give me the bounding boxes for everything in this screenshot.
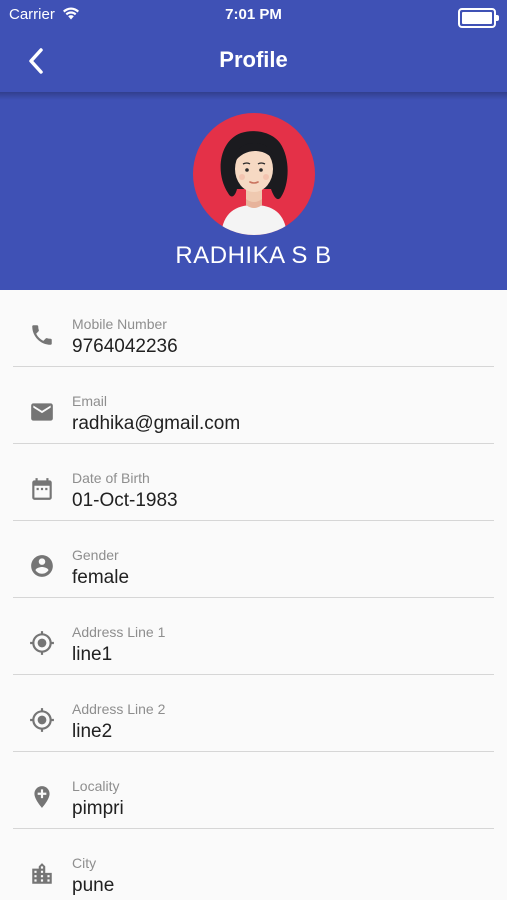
field-locality[interactable]: Locality pimpri (0, 752, 507, 829)
add-location-icon (29, 784, 55, 810)
status-bar: Carrier 7:01 PM (0, 0, 507, 30)
location-target-icon (29, 707, 55, 733)
field-value: line1 (72, 644, 113, 665)
profile-name: RADHIKA S B (175, 242, 332, 269)
clock: 7:01 PM (225, 6, 282, 23)
profile-details-list: Mobile Number 9764042236 Email radhika@g… (0, 290, 507, 900)
field-label: Date of Birth (72, 470, 150, 486)
field-date-of-birth[interactable]: Date of Birth 01-Oct-1983 (0, 444, 507, 521)
email-icon (29, 399, 55, 425)
field-label: Address Line 1 (72, 624, 166, 640)
field-email[interactable]: Email radhika@gmail.com (0, 367, 507, 444)
field-value: 01-Oct-1983 (72, 490, 178, 511)
field-value: pimpri (72, 798, 124, 819)
field-gender[interactable]: Gender female (0, 521, 507, 598)
battery-icon (458, 8, 499, 28)
field-label: City (72, 855, 97, 871)
profile-header: Carrier 7:01 PM Profile RADHIKA S B (0, 0, 507, 290)
field-value: line2 (72, 721, 113, 742)
field-label: Mobile Number (72, 316, 167, 332)
calendar-icon (29, 476, 55, 502)
city-icon (29, 861, 55, 887)
field-address-line-2[interactable]: Address Line 2 line2 (0, 675, 507, 752)
field-label: Locality (72, 778, 120, 794)
field-value: radhika@gmail.com (72, 413, 241, 434)
field-label: Gender (72, 547, 119, 563)
field-label: Address Line 2 (72, 701, 166, 717)
field-label: Email (72, 393, 108, 409)
field-value: pune (72, 875, 115, 896)
field-mobile-number[interactable]: Mobile Number 9764042236 (0, 290, 507, 367)
avatar (193, 113, 315, 235)
app-bar-shadow (0, 92, 507, 100)
field-value: 9764042236 (72, 336, 178, 357)
field-city[interactable]: City pune (0, 829, 507, 900)
field-value: female (72, 567, 130, 588)
phone-icon (29, 322, 55, 348)
app-bar: Profile (0, 30, 507, 92)
field-address-line-1[interactable]: Address Line 1 line1 (0, 598, 507, 675)
account-circle-icon (29, 553, 55, 579)
page-title: Profile (219, 47, 288, 72)
location-target-icon (29, 630, 55, 656)
